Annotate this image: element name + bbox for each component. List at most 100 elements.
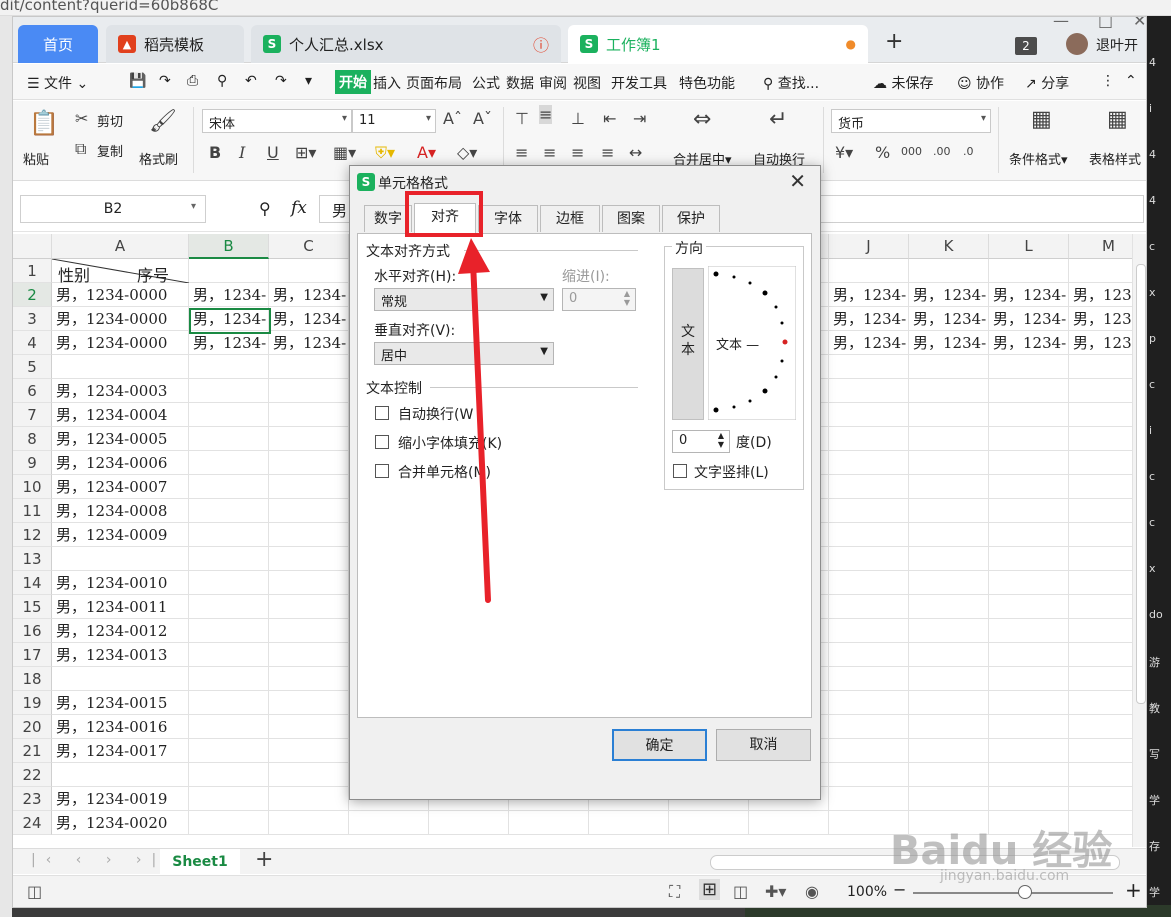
grid-cell[interactable] [829,379,909,403]
grid-cell[interactable] [269,475,349,499]
tab-home[interactable]: 首页 [18,25,98,63]
grid-cell[interactable]: 男，1234-0000 [52,283,189,307]
close-icon[interactable]: ✕ [789,169,806,193]
row-header[interactable]: 11 [13,499,52,523]
grid-cell[interactable] [269,691,349,715]
grid-cell[interactable] [269,715,349,739]
paste-icon[interactable]: 📋 [29,109,59,137]
grid-cell[interactable] [829,763,909,787]
name-box[interactable]: B2 [20,195,206,223]
decrease-decimal-icon[interactable]: .0 [963,145,974,158]
increase-font-icon[interactable]: Aˆ [443,109,462,128]
row-header[interactable]: 2 [13,283,52,307]
row-header[interactable]: 12 [13,523,52,547]
print-icon[interactable]: ⎙ [187,73,198,89]
grid-cell[interactable] [829,427,909,451]
row-header[interactable]: 22 [13,763,52,787]
grid-cell[interactable]: 男，1234-0017 [52,739,189,763]
grid-cell[interactable] [989,523,1069,547]
grid-cell[interactable] [52,763,189,787]
row-header[interactable]: 17 [13,643,52,667]
indent-spinner[interactable]: 0 ▲ ▼ [562,288,636,311]
grid-cell[interactable] [829,667,909,691]
row-header[interactable]: 9 [13,451,52,475]
grid-cell[interactable]: 男，1234- [989,331,1069,355]
grid-cell[interactable]: 男，1234-0010 [52,571,189,595]
grid-cell[interactable] [909,475,989,499]
grid-cell[interactable] [989,451,1069,475]
vertical-layout-checkbox[interactable] [673,464,687,478]
grid-cell[interactable] [52,355,189,379]
select-all-corner[interactable] [13,234,52,259]
grid-cell[interactable] [829,643,909,667]
grid-cell[interactable] [909,523,989,547]
cut-icon[interactable]: ✂ [75,109,88,128]
row-header[interactable]: 3 [13,307,52,331]
add-sheet-button[interactable]: + [255,847,273,872]
grid-cell[interactable] [989,715,1069,739]
grid-cell[interactable] [589,811,669,835]
grid-cell[interactable]: 男，1234- [829,307,909,331]
tab-border[interactable]: 边框 [540,205,600,232]
grid-cell[interactable] [909,571,989,595]
grid-cell[interactable] [189,259,269,283]
cancel-button[interactable]: 取消 [716,729,811,761]
row-header[interactable]: 23 [13,787,52,811]
grid-cell[interactable] [829,739,909,763]
vertical-text-button[interactable]: 文 本 [672,268,704,420]
row-header[interactable]: 18 [13,667,52,691]
align-left-icon[interactable]: ≡ [515,143,528,162]
grid-cell[interactable] [829,715,909,739]
grid-cell[interactable] [909,619,989,643]
grid-cell[interactable] [269,403,349,427]
grid-cell[interactable] [189,451,269,475]
row-header[interactable]: 8 [13,427,52,451]
menu-page-layout[interactable]: 页面布局 [406,73,462,93]
grid-cell[interactable] [829,523,909,547]
reading-mode-icon[interactable]: ✚▾ [765,882,786,901]
grid-cell[interactable]: 男，1234-0013 [52,643,189,667]
grid-cell[interactable] [989,499,1069,523]
row-header[interactable]: 13 [13,547,52,571]
grid-cell[interactable] [829,451,909,475]
search-command[interactable]: ⚲ 查找... [763,73,819,93]
grid-cell[interactable] [52,547,189,571]
grid-cell[interactable] [909,667,989,691]
copy-icon[interactable]: ⧉ [75,139,86,159]
grid-cell[interactable]: 男，1234- [189,331,269,355]
fill-color-icon[interactable]: ⛨▾ [375,143,395,163]
currency-icon[interactable]: ¥▾ [835,143,853,162]
table-style-button[interactable]: 表格样式 [1089,149,1141,168]
grid-cell[interactable]: 男，1234-0000 [52,307,189,331]
menu-data[interactable]: 数据 [506,73,534,93]
bold-icon[interactable]: B [209,143,221,162]
grid-cell[interactable]: 男，1234- [829,331,909,355]
grid-cell[interactable]: 男，1234-0011 [52,595,189,619]
font-size-select[interactable]: 11 ▾ [352,109,436,133]
column-header[interactable]: B [189,234,269,259]
grid-cell[interactable]: 男，1234- [829,283,909,307]
grid-cell[interactable]: 男，1234-0003 [52,379,189,403]
grid-cell[interactable] [189,763,269,787]
grid-cell[interactable] [52,667,189,691]
copy-button[interactable]: 复制 [97,141,123,160]
underline-icon[interactable]: U [267,143,279,162]
zoom-slider-track[interactable] [913,892,1113,894]
increase-decimal-icon[interactable]: .00 [933,145,951,158]
redo-icon[interactable]: ↷ [275,73,287,89]
more-options-icon[interactable]: ⋮ [1101,73,1115,89]
paste-button[interactable]: 粘贴 [23,149,49,168]
font-color-icon[interactable]: A▾ [417,143,436,162]
grid-cell[interactable] [189,619,269,643]
tab-pattern[interactable]: 图案 [602,205,660,232]
indent-decrease-icon[interactable]: ⇤ [603,109,616,128]
grid-cell[interactable] [909,595,989,619]
font-name-select[interactable]: 宋体 ▾ [202,109,352,133]
zoom-search-icon[interactable]: ⚲ [259,199,271,218]
column-header[interactable]: L [989,234,1069,259]
grid-cell[interactable] [189,643,269,667]
grid-cell[interactable]: 男，1234-0004 [52,403,189,427]
grid-cell[interactable] [269,571,349,595]
page-break-view-icon[interactable]: ◫ [733,882,748,901]
grid-cell[interactable] [989,619,1069,643]
